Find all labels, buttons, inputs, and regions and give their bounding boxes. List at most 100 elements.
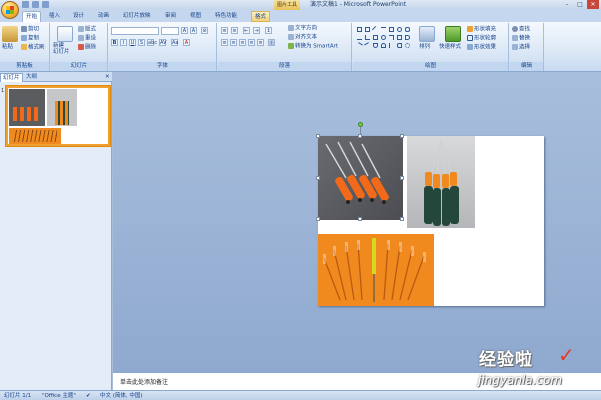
- shape-curve-icon[interactable]: [356, 42, 363, 49]
- panel-close-button[interactable]: ✕: [103, 73, 112, 82]
- font-name-combo[interactable]: [111, 27, 159, 35]
- numbering-button[interactable]: ≡: [231, 27, 238, 34]
- text-direction-button[interactable]: 文字方向: [288, 25, 317, 33]
- shape-bracket-icon[interactable]: [389, 43, 394, 48]
- tab-insert[interactable]: 插入: [46, 11, 63, 22]
- minimize-button[interactable]: –: [561, 0, 573, 9]
- shape-oval-icon[interactable]: [397, 27, 402, 32]
- bullets-button[interactable]: ≡: [221, 27, 228, 34]
- resize-handle[interactable]: [358, 134, 362, 138]
- align-left-button[interactable]: ≡: [221, 39, 228, 46]
- tab-review[interactable]: 审阅: [162, 11, 179, 22]
- new-slide-button[interactable]: 新建 幻灯片: [53, 43, 70, 55]
- shape-textbox2-icon[interactable]: [365, 27, 370, 32]
- layout-button[interactable]: 版式: [78, 26, 96, 34]
- shape-elbow-icon[interactable]: [365, 35, 370, 40]
- resize-handle[interactable]: [316, 176, 320, 180]
- underline-button[interactable]: U: [129, 39, 136, 46]
- tab-design[interactable]: 设计: [70, 11, 87, 22]
- tab-animation[interactable]: 动画: [95, 11, 112, 22]
- distribute-button[interactable]: ≡: [257, 39, 264, 46]
- screwdrivers-orange-image[interactable]: [318, 234, 434, 306]
- shape-fill-button[interactable]: 形状填充: [467, 26, 496, 34]
- clear-format-button[interactable]: ⊘: [201, 27, 208, 34]
- resize-handle[interactable]: [316, 134, 320, 138]
- increase-indent-button[interactable]: ⇥: [253, 27, 260, 34]
- paste-icon[interactable]: [2, 26, 18, 42]
- smartart-button[interactable]: 转换为 SmartArt: [288, 43, 338, 51]
- resize-handle[interactable]: [316, 217, 320, 221]
- save-icon[interactable]: [22, 1, 29, 8]
- tab-outline-panel[interactable]: 大纲: [24, 73, 39, 82]
- shape-star-icon[interactable]: [405, 43, 410, 48]
- shape-triangle-icon[interactable]: [357, 35, 362, 40]
- font-size-combo[interactable]: [161, 27, 179, 35]
- replace-button[interactable]: 替换: [512, 35, 530, 43]
- quick-styles-button[interactable]: 快速样式: [439, 44, 461, 51]
- resize-handle[interactable]: [400, 134, 404, 138]
- screwdrivers-hanging-image[interactable]: [407, 136, 475, 228]
- copy-button[interactable]: 复制: [21, 35, 39, 43]
- undo-icon[interactable]: [32, 1, 39, 8]
- redo-icon[interactable]: [42, 1, 49, 8]
- tab-slideshow[interactable]: 幻灯片放映: [120, 11, 154, 22]
- shape-rounded-rect-icon[interactable]: [405, 27, 410, 32]
- shape-effects-button[interactable]: 形状效果: [467, 44, 496, 52]
- shape-arch-icon[interactable]: [381, 43, 386, 48]
- slide-thumbnail[interactable]: [6, 86, 110, 146]
- tab-home[interactable]: 开始: [22, 11, 42, 22]
- arrange-icon[interactable]: [419, 26, 435, 42]
- cut-button[interactable]: 剪切: [21, 26, 39, 34]
- reset-button[interactable]: 重设: [78, 35, 96, 43]
- strikethrough-button[interactable]: abc: [147, 39, 157, 46]
- shape-textbox-icon[interactable]: [357, 27, 362, 32]
- shape-outline-button[interactable]: 形状轮廓: [467, 35, 496, 43]
- bold-button[interactable]: B: [111, 39, 118, 46]
- close-button[interactable]: ✕: [587, 0, 599, 9]
- line-spacing-button[interactable]: ↕: [265, 27, 272, 34]
- arrange-button[interactable]: 排列: [419, 44, 430, 51]
- change-case-button[interactable]: Aa: [171, 39, 178, 46]
- shape-dshape-icon[interactable]: [405, 35, 410, 40]
- tab-special[interactable]: 特色功能: [212, 11, 240, 22]
- shape-line-icon[interactable]: [371, 25, 380, 34]
- shape-rect2-icon[interactable]: [373, 35, 378, 40]
- resize-handle[interactable]: [400, 176, 404, 180]
- tab-format[interactable]: 格式: [251, 11, 271, 22]
- spellcheck-icon[interactable]: ✔: [86, 392, 91, 400]
- decrease-indent-button[interactable]: ⇤: [243, 27, 250, 34]
- office-button[interactable]: [1, 1, 19, 19]
- shape-brace-icon[interactable]: [397, 43, 402, 48]
- paste-button[interactable]: 粘贴: [2, 44, 13, 51]
- resize-handle[interactable]: [358, 217, 362, 221]
- select-button[interactable]: 选择: [512, 44, 530, 52]
- tab-slides-panel[interactable]: 幻灯片: [0, 73, 23, 82]
- shape-circle-icon[interactable]: [381, 35, 386, 40]
- spacing-button[interactable]: AV: [159, 39, 167, 46]
- shrink-font-button[interactable]: A: [190, 27, 197, 34]
- align-center-button[interactable]: ≡: [230, 39, 237, 46]
- shadow-button[interactable]: S: [138, 39, 145, 46]
- columns-button[interactable]: ▥: [268, 39, 275, 46]
- align-right-button[interactable]: ≡: [239, 39, 246, 46]
- shape-u-icon[interactable]: [373, 43, 378, 48]
- delete-button[interactable]: 删除: [78, 44, 96, 52]
- quick-styles-icon[interactable]: [445, 26, 461, 42]
- align-text-button[interactable]: 对齐文本: [288, 34, 317, 42]
- justify-button[interactable]: ≡: [248, 39, 255, 46]
- shape-curve2-icon[interactable]: [364, 42, 371, 49]
- shape-square-icon[interactable]: [397, 35, 402, 40]
- screwdrivers-gray-image[interactable]: [318, 136, 403, 220]
- italic-button[interactable]: I: [120, 39, 127, 46]
- shape-rectangle-icon[interactable]: [389, 27, 394, 32]
- maximize-button[interactable]: □: [574, 0, 586, 9]
- tab-view[interactable]: 视图: [187, 11, 204, 22]
- format-painter-button[interactable]: 格式刷: [21, 44, 45, 52]
- shape-corner-icon[interactable]: [389, 35, 394, 40]
- find-button[interactable]: 查找: [512, 26, 530, 34]
- shape-arrow-icon[interactable]: [381, 27, 386, 32]
- grow-font-button[interactable]: A: [181, 27, 188, 34]
- resize-handle[interactable]: [400, 217, 404, 221]
- font-color-button[interactable]: A: [183, 39, 190, 46]
- slide[interactable]: [316, 122, 544, 306]
